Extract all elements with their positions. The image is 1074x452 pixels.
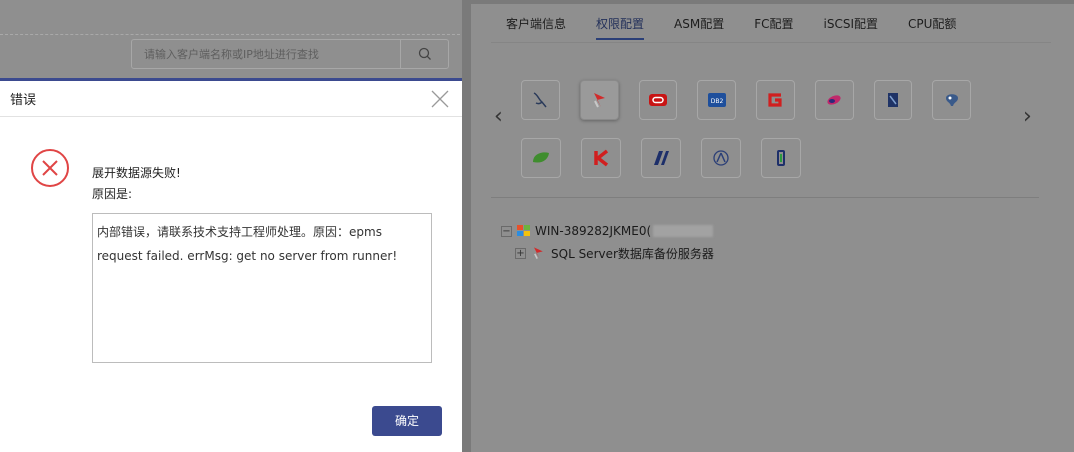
svg-text:DB2: DB2 [710, 98, 723, 105]
tree-node-sqlserver[interactable]: + SQL Server数据库备份服务器 [501, 242, 714, 264]
error-detail-textarea[interactable]: 内部错误，请联系技术支持工程师处理。原因：epms request failed… [92, 213, 432, 363]
search-button[interactable] [400, 40, 448, 68]
ok-button[interactable]: 确定 [372, 406, 442, 436]
reason-label: 原因是: [92, 187, 133, 201]
tab-iscsi[interactable]: iSCSI配置 [824, 10, 879, 40]
redacted-ip [653, 225, 714, 237]
expand-icon[interactable]: + [515, 247, 526, 259]
dameng-icon [887, 93, 898, 107]
sqlserver-label: SQL Server数据库备份服务器 [551, 246, 714, 261]
dialog-title: 错误 [10, 93, 37, 108]
dameng-tile[interactable] [873, 80, 913, 120]
tab-cpu-quota[interactable]: CPU配额 [908, 10, 956, 40]
tab-client-info[interactable]: 客户端信息 [506, 10, 566, 40]
gbase-icon [768, 93, 782, 107]
shentong-tile[interactable] [701, 138, 741, 178]
error-message: 展开数据源失败! [92, 166, 181, 180]
informix-tile[interactable] [641, 138, 681, 178]
tab-divider [491, 42, 1051, 43]
tab-fc[interactable]: FC配置 [754, 10, 793, 40]
config-pane: 客户端信息 权限配置 ASM配置 FC配置 iSCSI配置 CPU配额 ‹ › [462, 0, 1074, 452]
error-dialog: 错误 展开数据源失败! 原因是: 内部错误，请联系技术支持工程师处理。原因：ep… [0, 78, 462, 452]
prev-arrow-icon[interactable]: ‹ [494, 104, 503, 129]
postgresql-icon [945, 94, 958, 106]
db2-tile[interactable]: DB2 [697, 80, 736, 120]
client-search [131, 39, 449, 69]
sqlserver-icon [594, 93, 606, 108]
mongodb-tile[interactable] [521, 138, 561, 178]
search-icon [418, 47, 431, 60]
kingbase-icon [594, 149, 609, 167]
tree-node-host[interactable]: − WIN-389282JKME0( [501, 220, 714, 242]
mysql-icon [533, 92, 547, 108]
tab-bar: 客户端信息 权限配置 ASM配置 FC配置 iSCSI配置 CPU配额 [506, 10, 986, 40]
db2-icon: DB2 [707, 93, 726, 107]
oracle-icon [648, 94, 667, 106]
config-panel: 客户端信息 权限配置 ASM配置 FC配置 iSCSI配置 CPU配额 ‹ › [471, 4, 1074, 452]
oracle-tile[interactable] [638, 80, 678, 120]
tab-asm[interactable]: ASM配置 [674, 10, 724, 40]
sqlserver-tile[interactable] [579, 80, 619, 120]
mongodb-icon [533, 152, 549, 163]
dialog-header: 错误 [0, 81, 462, 117]
informix-icon [654, 151, 669, 165]
shentong-icon [713, 150, 729, 166]
close-icon[interactable] [430, 89, 450, 109]
sybase-icon [827, 95, 841, 105]
sybase-tile[interactable] [814, 80, 854, 120]
windows-icon [517, 225, 530, 236]
next-arrow-icon[interactable]: › [1023, 104, 1032, 129]
kingbase-tile[interactable] [581, 138, 621, 178]
sqlserver-icon [534, 247, 543, 259]
divider [0, 34, 460, 35]
postgresql-tile[interactable] [932, 80, 971, 120]
search-input[interactable] [132, 40, 400, 68]
collapse-icon[interactable]: − [501, 225, 512, 237]
oceanbase-icon [777, 150, 785, 166]
oceanbase-tile[interactable] [761, 138, 801, 178]
database-type-grid: DB2 [521, 80, 991, 196]
gbase-tile[interactable] [756, 80, 795, 120]
section-divider [491, 197, 1039, 198]
datasource-tree: − WIN-389282JKME0( + SQL Server数据库备份服务器 [501, 220, 714, 264]
host-label: WIN-389282JKME0( [535, 224, 652, 238]
mysql-tile[interactable] [521, 80, 560, 120]
error-icon [31, 149, 69, 187]
tab-permission[interactable]: 权限配置 [596, 10, 645, 40]
